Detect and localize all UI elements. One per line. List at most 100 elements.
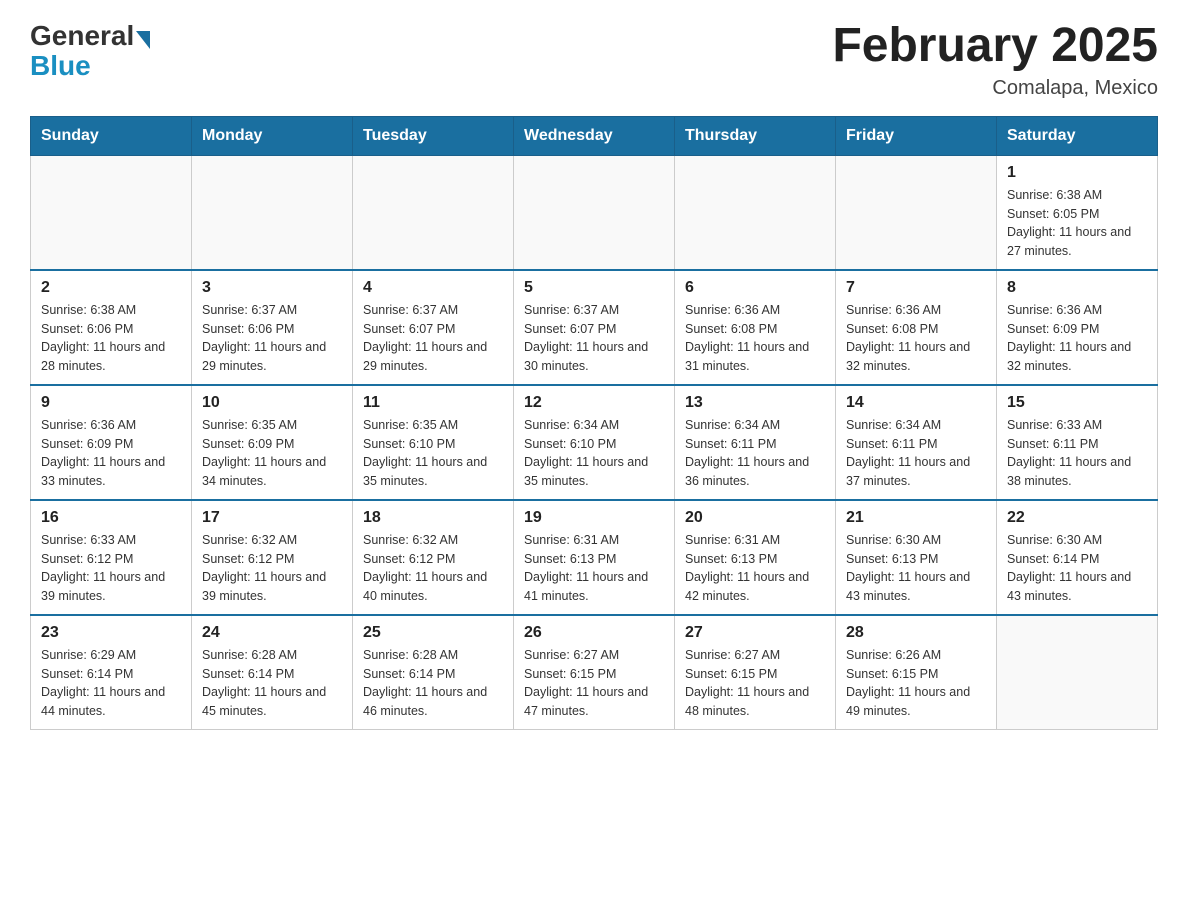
day-number: 18 [363, 509, 503, 527]
calendar-cell: 13Sunrise: 6:34 AMSunset: 6:11 PMDayligh… [675, 385, 836, 500]
day-header-friday: Friday [836, 116, 997, 155]
calendar-cell [353, 155, 514, 270]
calendar-cell: 21 Sunrise: 6:30 AMSunset: 6:13 PMDayligh… [836, 500, 997, 615]
calendar-week-row: 9 Sunrise: 6:36 AMSunset: 6:09 PMDaylight… [31, 385, 1158, 500]
calendar-cell: 8 Sunrise: 6:36 AMSunset: 6:09 PMDaylight… [997, 270, 1158, 385]
day-info: Sunrise: 6:35 AMSunset: 6:09 PMDaylight:… [202, 416, 342, 491]
day-info: Sunrise: 6:36 AMSunset: 6:09 PMDaylight:… [41, 416, 181, 491]
day-info: Sunrise: 6:33 AMSunset: 6:11 PMDaylight:… [1007, 416, 1147, 491]
day-number: 16 [41, 509, 181, 527]
day-number: 6 [685, 279, 825, 297]
logo-arrow-icon [136, 31, 150, 49]
day-info: Sunrise: 6:36 AMSunset: 6:09 PMDaylight:… [1007, 301, 1147, 376]
calendar-cell: 23 Sunrise: 6:29 AMSunset: 6:14 PMDayligh… [31, 615, 192, 730]
day-number: 10 [202, 394, 342, 412]
day-number: 9 [41, 394, 181, 412]
day-info: Sunrise: 6:33 AMSunset: 6:12 PMDaylight:… [41, 531, 181, 606]
calendar-cell: 27Sunrise: 6:27 AMSunset: 6:15 PMDayligh… [675, 615, 836, 730]
day-info: Sunrise: 6:37 AMSunset: 6:06 PMDaylight:… [202, 301, 342, 376]
calendar-week-row: 23 Sunrise: 6:29 AMSunset: 6:14 PMDayligh… [31, 615, 1158, 730]
calendar-cell: 16 Sunrise: 6:33 AMSunset: 6:12 PMDayligh… [31, 500, 192, 615]
calendar-cell: 11 Sunrise: 6:35 AMSunset: 6:10 PMDayligh… [353, 385, 514, 500]
calendar-table: SundayMondayTuesdayWednesdayThursdayFrid… [30, 116, 1158, 730]
calendar-title: February 2025 [832, 20, 1158, 73]
day-info: Sunrise: 6:32 AMSunset: 6:12 PMDaylight:… [363, 531, 503, 606]
day-number: 23 [41, 624, 181, 642]
calendar-cell: 7 Sunrise: 6:36 AMSunset: 6:08 PMDaylight… [836, 270, 997, 385]
calendar-header-row: SundayMondayTuesdayWednesdayThursdayFrid… [31, 116, 1158, 155]
calendar-cell [836, 155, 997, 270]
day-info: Sunrise: 6:37 AMSunset: 6:07 PMDaylight:… [524, 301, 664, 376]
calendar-cell: 20 Sunrise: 6:31 AMSunset: 6:13 PMDayligh… [675, 500, 836, 615]
day-info: Sunrise: 6:28 AMSunset: 6:14 PMDaylight:… [363, 646, 503, 721]
calendar-cell: 12Sunrise: 6:34 AMSunset: 6:10 PMDayligh… [514, 385, 675, 500]
logo-top: General [30, 20, 150, 52]
day-number: 27 [685, 624, 825, 642]
logo: General Blue [30, 20, 150, 82]
day-header-tuesday: Tuesday [353, 116, 514, 155]
day-number: 4 [363, 279, 503, 297]
calendar-cell [997, 615, 1158, 730]
day-header-wednesday: Wednesday [514, 116, 675, 155]
day-info: Sunrise: 6:30 AMSunset: 6:14 PMDaylight:… [1007, 531, 1147, 606]
calendar-cell: 26 Sunrise: 6:27 AMSunset: 6:15 PMDayligh… [514, 615, 675, 730]
calendar-cell: 3Sunrise: 6:37 AMSunset: 6:06 PMDaylight… [192, 270, 353, 385]
day-info: Sunrise: 6:36 AMSunset: 6:08 PMDaylight:… [685, 301, 825, 376]
day-info: Sunrise: 6:34 AMSunset: 6:11 PMDaylight:… [846, 416, 986, 491]
calendar-cell: 28 Sunrise: 6:26 AMSunset: 6:15 PMDayligh… [836, 615, 997, 730]
calendar-location: Comalapa, Mexico [832, 77, 1158, 100]
calendar-cell: 6 Sunrise: 6:36 AMSunset: 6:08 PMDaylight… [675, 270, 836, 385]
calendar-cell: 25 Sunrise: 6:28 AMSunset: 6:14 PMDayligh… [353, 615, 514, 730]
day-number: 8 [1007, 279, 1147, 297]
logo-general-text: General [30, 20, 134, 52]
day-number: 14 [846, 394, 986, 412]
day-info: Sunrise: 6:37 AMSunset: 6:07 PMDaylight:… [363, 301, 503, 376]
day-number: 24 [202, 624, 342, 642]
calendar-cell: 5 Sunrise: 6:37 AMSunset: 6:07 PMDaylight… [514, 270, 675, 385]
day-info: Sunrise: 6:32 AMSunset: 6:12 PMDaylight:… [202, 531, 342, 606]
calendar-cell: 15Sunrise: 6:33 AMSunset: 6:11 PMDayligh… [997, 385, 1158, 500]
day-number: 25 [363, 624, 503, 642]
calendar-cell: 17 Sunrise: 6:32 AMSunset: 6:12 PMDayligh… [192, 500, 353, 615]
day-info: Sunrise: 6:31 AMSunset: 6:13 PMDaylight:… [685, 531, 825, 606]
day-number: 11 [363, 394, 503, 412]
day-info: Sunrise: 6:30 AMSunset: 6:13 PMDaylight:… [846, 531, 986, 606]
day-info: Sunrise: 6:38 AMSunset: 6:05 PMDaylight:… [1007, 186, 1147, 261]
calendar-cell: 1 Sunrise: 6:38 AMSunset: 6:05 PMDaylight… [997, 155, 1158, 270]
day-info: Sunrise: 6:29 AMSunset: 6:14 PMDaylight:… [41, 646, 181, 721]
day-header-saturday: Saturday [997, 116, 1158, 155]
day-number: 19 [524, 509, 664, 527]
calendar-cell: 22 Sunrise: 6:30 AMSunset: 6:14 PMDayligh… [997, 500, 1158, 615]
day-info: Sunrise: 6:31 AMSunset: 6:13 PMDaylight:… [524, 531, 664, 606]
day-number: 12 [524, 394, 664, 412]
calendar-cell: 24 Sunrise: 6:28 AMSunset: 6:14 PMDayligh… [192, 615, 353, 730]
day-number: 7 [846, 279, 986, 297]
day-header-monday: Monday [192, 116, 353, 155]
day-info: Sunrise: 6:35 AMSunset: 6:10 PMDaylight:… [363, 416, 503, 491]
calendar-cell: 14 Sunrise: 6:34 AMSunset: 6:11 PMDayligh… [836, 385, 997, 500]
calendar-cell [192, 155, 353, 270]
day-info: Sunrise: 6:34 AMSunset: 6:11 PMDaylight:… [685, 416, 825, 491]
day-number: 21 [846, 509, 986, 527]
day-number: 22 [1007, 509, 1147, 527]
day-number: 26 [524, 624, 664, 642]
day-info: Sunrise: 6:36 AMSunset: 6:08 PMDaylight:… [846, 301, 986, 376]
day-info: Sunrise: 6:28 AMSunset: 6:14 PMDaylight:… [202, 646, 342, 721]
page-header: General Blue February 2025 Comalapa, Mex… [30, 20, 1158, 100]
day-number: 2 [41, 279, 181, 297]
calendar-cell: 9 Sunrise: 6:36 AMSunset: 6:09 PMDaylight… [31, 385, 192, 500]
title-area: February 2025 Comalapa, Mexico [832, 20, 1158, 100]
calendar-cell: 4 Sunrise: 6:37 AMSunset: 6:07 PMDaylight… [353, 270, 514, 385]
calendar-cell [675, 155, 836, 270]
day-number: 5 [524, 279, 664, 297]
day-info: Sunrise: 6:26 AMSunset: 6:15 PMDaylight:… [846, 646, 986, 721]
calendar-week-row: 1 Sunrise: 6:38 AMSunset: 6:05 PMDaylight… [31, 155, 1158, 270]
day-number: 20 [685, 509, 825, 527]
day-info: Sunrise: 6:27 AMSunset: 6:15 PMDaylight:… [524, 646, 664, 721]
calendar-cell: 19 Sunrise: 6:31 AMSunset: 6:13 PMDayligh… [514, 500, 675, 615]
day-number: 17 [202, 509, 342, 527]
calendar-cell [514, 155, 675, 270]
day-number: 28 [846, 624, 986, 642]
calendar-week-row: 16 Sunrise: 6:33 AMSunset: 6:12 PMDayligh… [31, 500, 1158, 615]
day-number: 1 [1007, 164, 1147, 182]
